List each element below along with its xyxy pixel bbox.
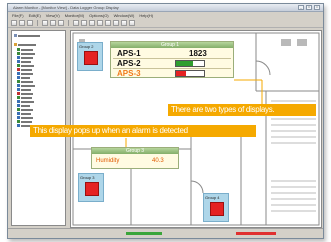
callout-leader-lines — [125, 79, 263, 148]
group-3-display-panel[interactable]: Group 3 Humidity 40.3 — [91, 147, 179, 169]
panel-header: Group 3 — [92, 148, 178, 154]
callout-display-types: There are two types of displays. — [168, 104, 316, 116]
humidity-label: Humidity — [96, 158, 120, 164]
humidity-value: 40.3 — [152, 158, 164, 164]
callout-alarm-popup: This display pops up when an alarm is de… — [30, 125, 256, 137]
panel-title: Group 3 — [126, 148, 145, 154]
